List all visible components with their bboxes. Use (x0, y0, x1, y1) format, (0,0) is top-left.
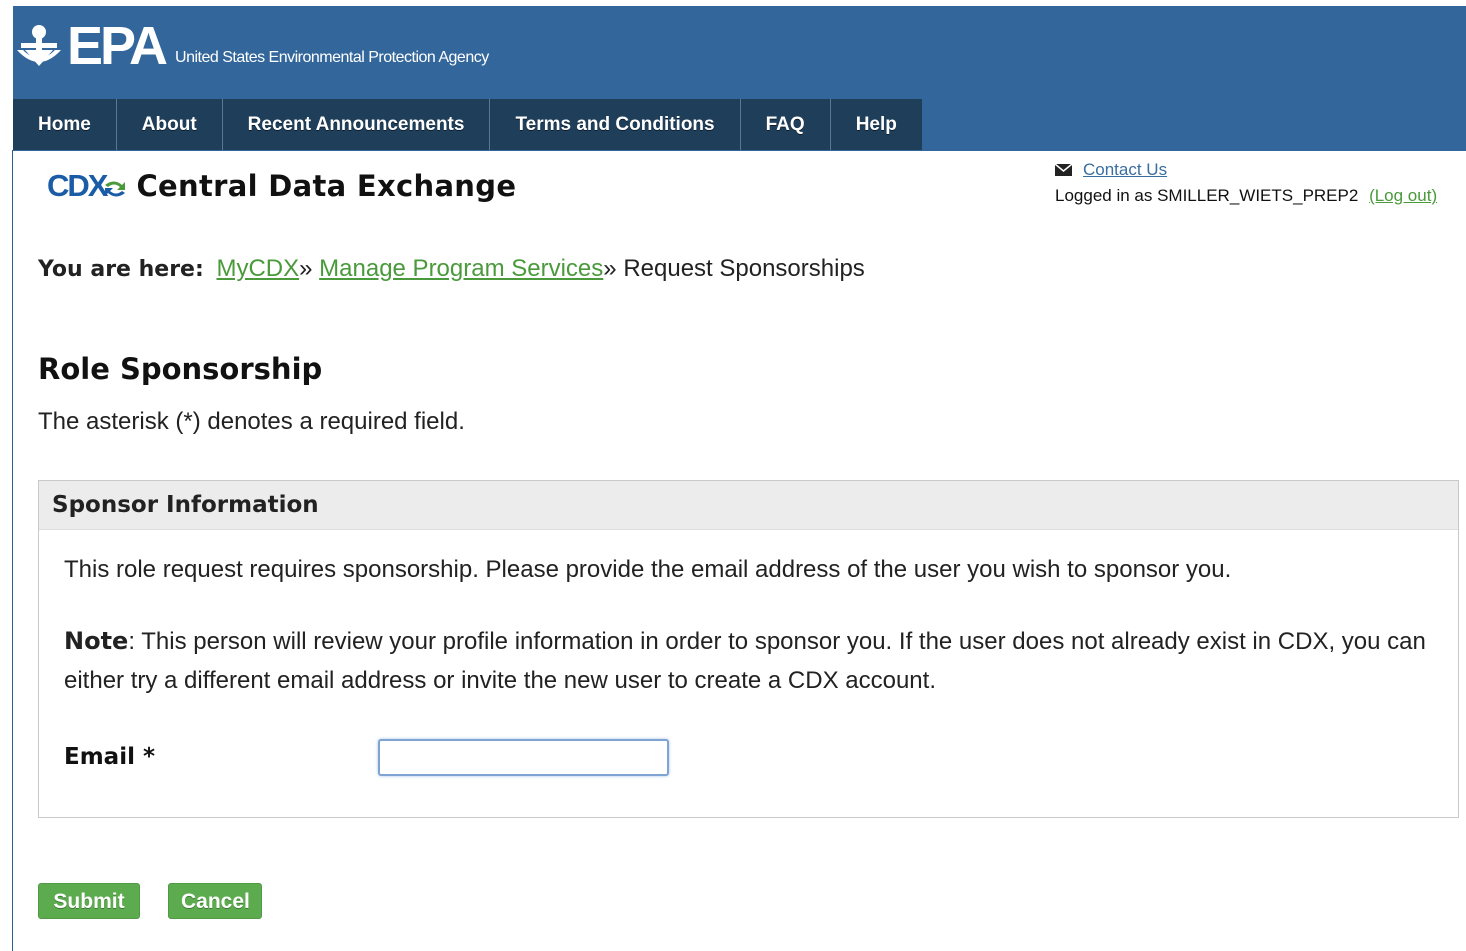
breadcrumb-current: Request Sponsorships (623, 255, 865, 282)
agency-name: United States Environmental Protection A… (175, 49, 489, 66)
breadcrumb-separator: » (299, 255, 313, 282)
cdx-brand: CDX Central Data Exchange (47, 168, 516, 204)
epa-logo[interactable]: EPA United States Environmental Protecti… (15, 16, 489, 76)
panel-intro: This role request requires sponsorship. … (64, 556, 1232, 583)
epa-wordmark: EPA (67, 16, 168, 76)
cdx-arrows-icon (105, 181, 126, 197)
breadcrumb-separator: » (603, 255, 617, 282)
nav-recent-announcements[interactable]: Recent Announcements (223, 99, 491, 150)
contact-us-link[interactable]: Contact Us (1083, 160, 1167, 180)
cdx-title: Central Data Exchange (136, 169, 517, 203)
breadcrumb-prefix: You are here: (38, 257, 204, 282)
user-box: Contact Us Logged in as SMILLER_WIETS_PR… (1055, 160, 1437, 206)
cdx-logo: CDX (47, 168, 108, 203)
email-input[interactable] (378, 739, 669, 776)
nav-help[interactable]: Help (831, 99, 922, 150)
envelope-icon (1055, 164, 1072, 176)
sponsor-information-panel: Sponsor Information This role request re… (38, 480, 1459, 818)
main-nav: Home About Recent Announcements Terms an… (13, 99, 922, 150)
breadcrumb-mycdx[interactable]: MyCDX (216, 255, 299, 282)
logout-link[interactable]: (Log out) (1369, 186, 1437, 205)
panel-note: Note: This person will review your profi… (64, 622, 1433, 700)
email-label: Email * (64, 744, 156, 770)
page-title: Role Sponsorship (38, 352, 323, 386)
epa-flower-icon (17, 25, 61, 66)
nav-about[interactable]: About (117, 99, 223, 150)
nav-terms-and-conditions[interactable]: Terms and Conditions (490, 99, 741, 150)
breadcrumb-manage-program-services[interactable]: Manage Program Services (319, 255, 603, 282)
panel-heading: Sponsor Information (39, 481, 1458, 530)
cancel-button[interactable]: Cancel (168, 883, 262, 919)
breadcrumb: You are here: MyCDX» Manage Program Serv… (38, 255, 865, 283)
note-text: : This person will review your profile i… (64, 628, 1426, 694)
required-field-note: The asterisk (*) denotes a required fiel… (38, 408, 465, 435)
nav-faq[interactable]: FAQ (741, 99, 831, 150)
epa-header: EPA United States Environmental Protecti… (13, 6, 1466, 151)
note-label: Note (64, 627, 129, 655)
page-left-border (12, 150, 13, 951)
logged-in-text: Logged in as SMILLER_WIETS_PREP2 (1055, 186, 1359, 205)
email-row: Email * (64, 738, 1433, 777)
submit-button[interactable]: Submit (38, 883, 140, 919)
nav-home[interactable]: Home (13, 99, 117, 150)
